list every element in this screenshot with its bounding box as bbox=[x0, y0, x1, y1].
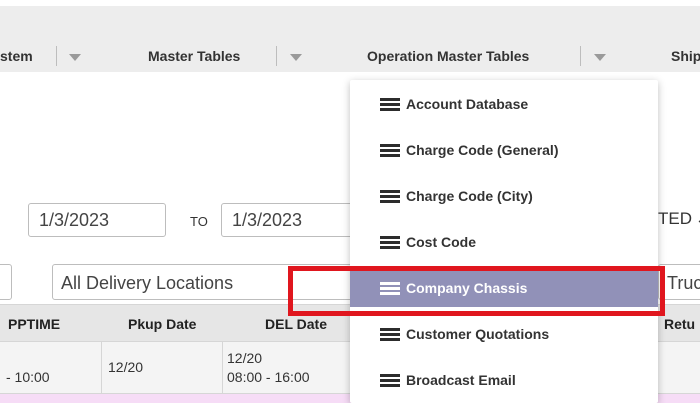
from-date-value: 1/3/2023 bbox=[39, 210, 110, 230]
nav-item-system[interactable]: stem bbox=[0, 48, 33, 64]
to-label: TO bbox=[190, 214, 208, 229]
status-select-value: TED bbox=[658, 209, 692, 228]
nav-separator bbox=[56, 46, 57, 66]
top-nav-bar: stem Master Tables Operation Master Tabl… bbox=[0, 0, 700, 72]
from-date-input[interactable]: 1/3/2023 bbox=[28, 203, 166, 237]
menu-item-label: Broadcast Email bbox=[406, 372, 516, 388]
menu-icon bbox=[380, 190, 400, 204]
cell-pkup-date: 12/20 bbox=[108, 359, 144, 375]
menu-item-cost-code[interactable]: Cost Code bbox=[350, 223, 658, 261]
left-select-partial[interactable] bbox=[0, 264, 12, 300]
cell-del-date: 12/20 bbox=[227, 350, 263, 366]
menu-item-label: Charge Code (General) bbox=[406, 142, 559, 158]
operation-master-tables-dropdown: Account Database Charge Code (General) C… bbox=[350, 80, 658, 403]
cell-pptime: - 10:00 bbox=[6, 369, 50, 385]
chevron-down-icon: ⌄ bbox=[692, 211, 700, 227]
truck-select-value: Truc bbox=[667, 273, 700, 293]
menu-item-label: Account Database bbox=[406, 96, 529, 112]
column-header-del-date[interactable]: DEL Date bbox=[265, 316, 327, 332]
top-nav-background bbox=[0, 6, 700, 72]
menu-icon bbox=[380, 374, 400, 388]
nav-separator bbox=[580, 46, 581, 66]
delivery-location-value: All Delivery Locations bbox=[61, 273, 234, 293]
to-date-value: 1/3/2023 bbox=[232, 210, 303, 230]
menu-icon bbox=[380, 98, 400, 112]
menu-icon bbox=[380, 236, 400, 250]
menu-item-charge-code-city[interactable]: Charge Code (City) bbox=[350, 177, 658, 215]
to-date-input[interactable]: 1/3/2023 bbox=[221, 203, 361, 237]
column-header-return[interactable]: Retu bbox=[664, 316, 695, 332]
menu-icon bbox=[380, 328, 400, 342]
menu-item-customer-quotations[interactable]: Customer Quotations bbox=[350, 315, 658, 353]
menu-icon bbox=[380, 144, 400, 158]
nav-item-ship[interactable]: Ship bbox=[671, 48, 700, 64]
menu-item-label: Cost Code bbox=[406, 234, 476, 250]
nav-separator bbox=[276, 46, 277, 66]
column-header-pptime[interactable]: PPTIME bbox=[8, 316, 60, 332]
chevron-down-icon[interactable] bbox=[290, 54, 302, 61]
menu-item-label: Customer Quotations bbox=[406, 326, 550, 342]
menu-item-charge-code-general[interactable]: Charge Code (General) bbox=[350, 131, 658, 169]
cell-del-time: 08:00 - 16:00 bbox=[227, 369, 310, 385]
highlight-box bbox=[288, 266, 665, 316]
status-select[interactable]: TED ⌄ bbox=[658, 209, 700, 229]
nav-item-operation-master-tables[interactable]: Operation Master Tables bbox=[367, 48, 529, 64]
menu-item-label: Charge Code (City) bbox=[406, 188, 533, 204]
chevron-down-icon[interactable] bbox=[69, 54, 81, 61]
nav-item-master-tables[interactable]: Master Tables bbox=[148, 48, 240, 64]
menu-item-account-database[interactable]: Account Database bbox=[350, 85, 658, 123]
chevron-down-icon[interactable] bbox=[594, 54, 606, 61]
column-header-pkup-date[interactable]: Pkup Date bbox=[128, 316, 196, 332]
menu-item-broadcast-email[interactable]: Broadcast Email bbox=[350, 361, 658, 399]
